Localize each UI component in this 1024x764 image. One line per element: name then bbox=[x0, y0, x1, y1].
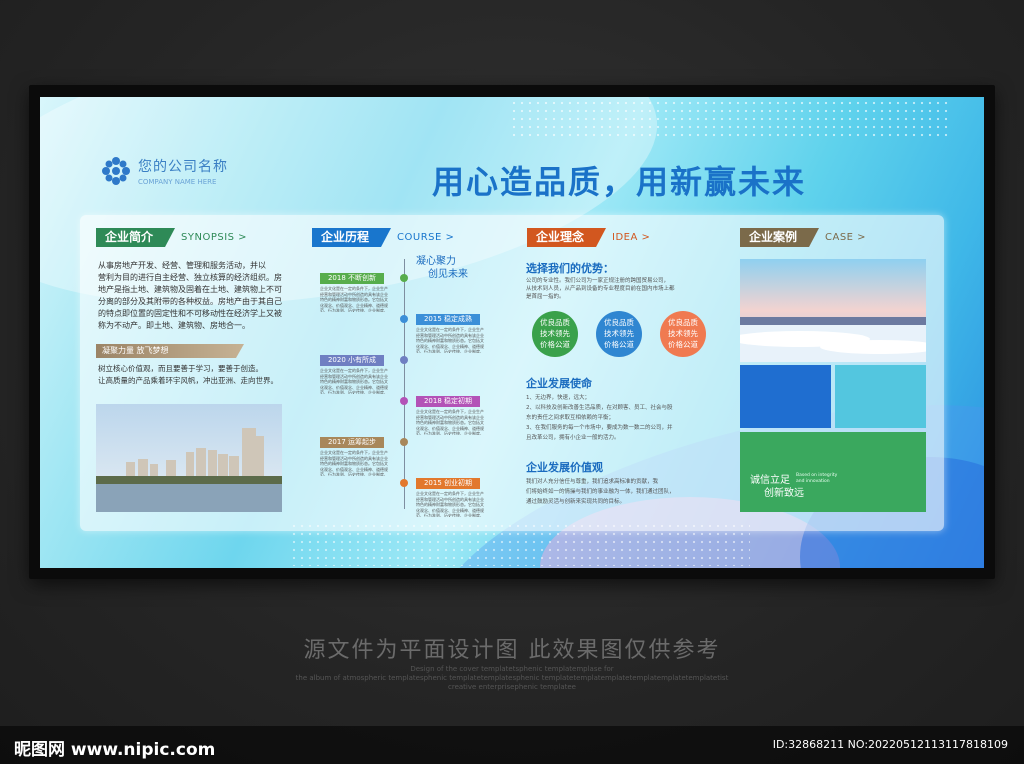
watermark-title: 源文件为平面设计图 此效果图仅供参考 bbox=[303, 638, 721, 663]
course-sub: COURSE > bbox=[397, 232, 455, 243]
advantage-text: 公司的专业性。我们公司为一家正规注册的跨国贸易公司， 从技术到人员，从产品到设备的… bbox=[526, 278, 675, 300]
watermark-text: Design of the cover templatetsphenic tem… bbox=[295, 665, 729, 691]
synopsis-subtitle-bar: 凝聚力量 放飞梦想 bbox=[96, 344, 244, 358]
idea-sub: IDEA > bbox=[612, 232, 651, 243]
advantage-circle-line: 价格公道 bbox=[540, 340, 570, 349]
synopsis-body2: 树立核心价值观，而且要善于学习，要善于创造。 让高质量的产品乘着环宇风帆，冲出亚洲… bbox=[98, 364, 278, 385]
timeline-text: 企业文化是在一定的条件下，企业生产经营和管理活动中所创造的具有该企业特色的精神财… bbox=[416, 327, 484, 353]
synopsis-body: 从事房地产开发、经营、管理和服务活动，并以 营利为目的进行自主经营、独立核算的经济… bbox=[98, 261, 282, 330]
timeline-text: 企业文化是在一定的条件下，企业生产经营和管理活动中所创造的具有该企业特色的精神财… bbox=[320, 286, 388, 312]
timeline-dot bbox=[400, 356, 408, 364]
timeline-label: 2017 运筹起步 bbox=[320, 437, 384, 448]
idea-header: 企业理念 IDEA > bbox=[527, 228, 650, 247]
slogan-title: 用心造品质，用新赢未来 bbox=[432, 163, 807, 201]
case-block-cyan bbox=[835, 365, 926, 428]
timeline-dot bbox=[400, 315, 408, 323]
case-sub: CASE > bbox=[825, 232, 867, 243]
harbor-photo bbox=[740, 259, 926, 362]
synopsis-header: 企业简介 SYNOPSIS > bbox=[96, 228, 247, 247]
image-id: ID:32868211 NO:20220512113117818109 bbox=[772, 738, 1008, 751]
timeline-label: 2018 不断创新 bbox=[320, 273, 384, 284]
advantage-circle-line: 优良品质 bbox=[668, 318, 698, 327]
advantage-circle-line: 优良品质 bbox=[604, 318, 634, 327]
timeline-text: 企业文化是在一定的条件下，企业生产经营和管理活动中所创造的具有该企业特色的精神财… bbox=[416, 491, 484, 517]
timeline-axis bbox=[404, 259, 405, 509]
timeline-dot bbox=[400, 274, 408, 282]
value-text: 我们对人充分信任与尊重，我们追求高标准的贡献，我 们将始终如一的情操与我们的事业融… bbox=[526, 479, 675, 505]
timeline-label: 2018 稳定初期 bbox=[416, 396, 480, 407]
timeline-dot bbox=[400, 397, 408, 405]
advantage-circle-line: 价格公道 bbox=[604, 340, 634, 349]
case-motto-en: Based on integrity and innovation bbox=[796, 473, 838, 484]
timeline-text: 企业文化是在一定的条件下，企业生产经营和管理活动中所创造的具有该企业特色的精神财… bbox=[320, 450, 388, 476]
timeline-dot bbox=[400, 479, 408, 487]
advantage-circle: 优良品质技术领先价格公道 bbox=[596, 311, 642, 357]
case-block-green: 诚信立足 创新致远 Based on integrity and innovatio… bbox=[740, 432, 926, 512]
case-header: 企业案例 CASE > bbox=[740, 228, 866, 247]
site-logo[interactable]: 昵图网 www.nipic.com bbox=[14, 735, 215, 760]
advantage-circle-line: 技术领先 bbox=[668, 329, 698, 338]
course-header: 企业历程 COURSE > bbox=[312, 228, 454, 247]
course-tag: 企业历程 bbox=[312, 228, 391, 247]
timeline-dot bbox=[400, 438, 408, 446]
mission-title: 企业发展使命 bbox=[526, 377, 592, 390]
course-motto: 凝心聚力 创见未来 bbox=[416, 256, 468, 280]
footer-bar: 昵图网 www.nipic.com ID:32868211 NO:2022051… bbox=[0, 726, 1024, 764]
city-photo bbox=[96, 404, 282, 512]
advantage-circle: 优良品质技术领先价格公道 bbox=[532, 311, 578, 357]
synopsis-tag: 企业简介 bbox=[96, 228, 175, 247]
timeline-text: 企业文化是在一定的条件下，企业生产经营和管理活动中所创造的具有该企业特色的精神财… bbox=[320, 368, 388, 394]
timeline-label: 2015 创业初期 bbox=[416, 478, 480, 489]
company-name: 您的公司名称 bbox=[138, 159, 228, 175]
synopsis-sub: SYNOPSIS > bbox=[181, 232, 248, 243]
timeline-label: 2015 稳定成熟 bbox=[416, 314, 480, 325]
advantage-circle: 优良品质技术领先价格公道 bbox=[660, 311, 706, 357]
advantage-circle-line: 技术领先 bbox=[604, 329, 634, 338]
case-tag: 企业案例 bbox=[740, 228, 819, 247]
timeline-label: 2020 小有所成 bbox=[320, 355, 384, 366]
company-name-en: COMPANY NAME HERE bbox=[138, 178, 217, 186]
flower-logo-icon bbox=[102, 157, 130, 185]
mission-text: 1、无边界，快速，远大； 2、以科技及创新改善生活品质，在对顾客、员工、社会与股东… bbox=[526, 395, 673, 441]
dot-pattern-top bbox=[510, 99, 950, 139]
advantage-circle-line: 技术领先 bbox=[540, 329, 570, 338]
advantage-circle-line: 价格公道 bbox=[668, 340, 698, 349]
company-logo: 您的公司名称 COMPANY NAME HERE bbox=[100, 155, 228, 187]
advantage-title: 选择我们的优势： bbox=[526, 262, 614, 275]
display-board: 您的公司名称 COMPANY NAME HERE 用心造品质，用新赢未来 企业简… bbox=[40, 97, 984, 568]
idea-tag: 企业理念 bbox=[527, 228, 606, 247]
advantage-circle-line: 优良品质 bbox=[540, 318, 570, 327]
case-block-blue bbox=[740, 365, 831, 428]
timeline-text: 企业文化是在一定的条件下，企业生产经营和管理活动中所创造的具有该企业特色的精神财… bbox=[416, 409, 484, 435]
value-title: 企业发展价值观 bbox=[526, 461, 603, 474]
